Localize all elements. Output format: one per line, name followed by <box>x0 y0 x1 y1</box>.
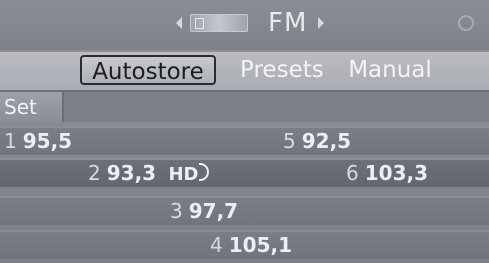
station-frequency: 103,3 <box>364 161 428 185</box>
station-3[interactable]: 3 97,7 <box>170 198 238 225</box>
station-frequency: 93,3 <box>106 161 157 185</box>
station-frequency: 105,1 <box>228 233 292 257</box>
tab-bar: Autostore Presets Manual <box>0 52 489 92</box>
arrow-right-icon[interactable] <box>318 17 324 29</box>
radio-screen: FM Autostore Presets Manual Set 1 95,5 59… <box>0 0 489 263</box>
hd-label: HD <box>168 164 199 185</box>
station-2[interactable]: 2 93,3 HD <box>88 160 210 188</box>
controller-icon <box>458 15 474 31</box>
header-bar: FM <box>0 0 489 50</box>
station-number: 3 <box>170 199 183 223</box>
hd-radio-icon: HD <box>168 161 210 188</box>
tab-presets[interactable]: Presets <box>240 55 324 85</box>
station-row: 1 95,5 5 92,5 <box>0 126 489 155</box>
station-4[interactable]: 4 105,1 <box>210 232 292 259</box>
station-number: 6 <box>346 161 359 185</box>
station-frequency: 95,5 <box>22 129 73 153</box>
station-6[interactable]: 6 103,3 <box>346 160 428 187</box>
station-number: 5 <box>283 129 296 153</box>
band-label: FM <box>268 8 308 38</box>
set-row: Set <box>0 92 489 122</box>
arrow-left-icon[interactable] <box>176 17 182 29</box>
station-5[interactable]: 5 92,5 <box>283 128 351 155</box>
station-row: 2 93,3 HD 6 103,3 <box>0 158 489 187</box>
station-number: 2 <box>88 161 101 185</box>
tab-manual[interactable]: Manual <box>345 55 435 85</box>
station-row: 3 97,7 <box>0 196 489 225</box>
set-button[interactable]: Set <box>0 92 64 122</box>
station-1[interactable]: 1 95,5 <box>4 128 72 155</box>
station-frequency: 97,7 <box>188 199 239 223</box>
radio-band-icon <box>190 14 248 32</box>
station-frequency: 92,5 <box>301 129 352 153</box>
station-number: 1 <box>4 129 17 153</box>
station-number: 4 <box>210 233 223 257</box>
station-row: 4 105,1 <box>0 230 489 259</box>
tab-autostore[interactable]: Autostore <box>80 55 216 85</box>
